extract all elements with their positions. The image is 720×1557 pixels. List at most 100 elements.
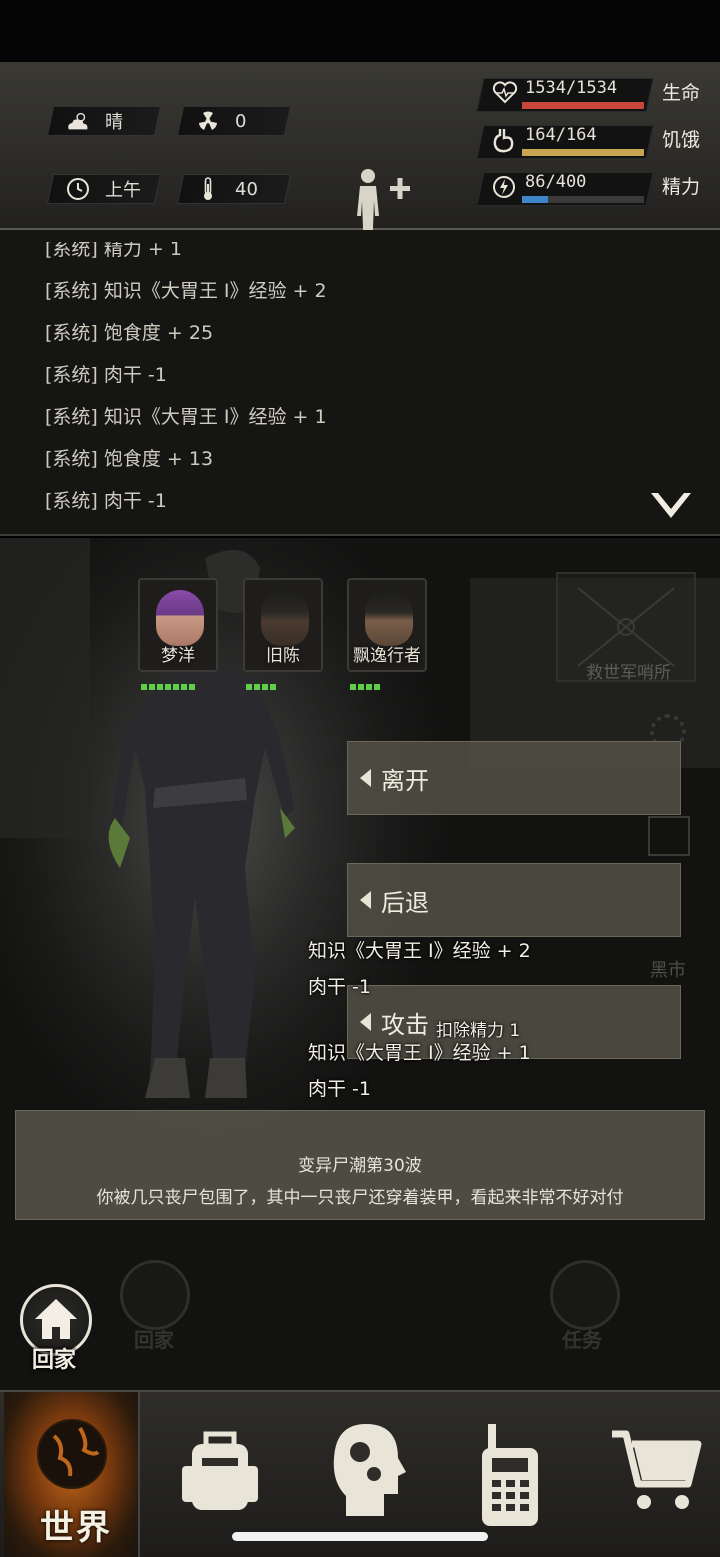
nav-world-label: 世界 [40,1508,112,1548]
health-pip [141,684,147,690]
log-collapse-button[interactable] [648,488,694,524]
head-gears-icon [333,1424,406,1516]
shopping-cart-icon [612,1430,702,1509]
event-description: 你被几只丧尸包围了，其中一只丧尸还穿着装甲，看起来非常不好对付 [96,1188,624,1208]
time-label: 上午 [105,180,141,201]
hunger-stat: 164/164 饥饿 [476,123,712,159]
quest-shortcut-label: 任务 [562,1328,602,1352]
health-pip [246,684,252,690]
log-line: [系统] 知识《大胃王 I》经验 + 2 [45,280,327,302]
hp-value: 1534/1534 [525,78,618,98]
chevron-left-icon [360,891,371,909]
party-member-name: 旧陈 [266,646,300,666]
retreat-button[interactable]: 后退 [347,863,681,937]
health-pip [374,684,380,690]
log-line: [系统] 饱食度 + 25 [45,322,214,344]
event-description-panel: 变异尸潮第30波 你被几只丧尸包围了，其中一只丧尸还穿着装甲，看起来非常不好对付 [15,1110,705,1220]
weather-label: 晴 [105,112,123,133]
system-home-indicator[interactable] [232,1532,488,1541]
log-line: [系统] 知识《大胃王 I》经验 + 1 [45,406,327,428]
hp-bar-fill [522,102,644,109]
health-pip [181,684,187,690]
attack-label: 攻击 [381,1010,429,1039]
clock-icon [65,178,91,200]
energy-bar-fill [522,196,549,203]
energy-label: 精力 [662,176,701,198]
log-line: [系统] 精力 + 1 [45,238,182,260]
quest-shortcut-faded [550,1260,620,1330]
background-building [0,538,90,838]
party-member-card[interactable]: 飘逸行者 [347,578,427,672]
party-member-health [246,684,276,690]
message-log[interactable]: [系统] 精力 + 1 [系统] 知识《大胃王 I》经验 + 2 [系统] 饱食… [0,230,720,536]
stomach-icon [492,127,518,155]
chevron-down-icon [651,493,691,518]
globe-icon [37,1419,107,1489]
health-pip [262,684,268,690]
nav-shop-tab[interactable] [600,1392,710,1557]
radiation-chip: 0 [176,106,292,136]
home-shortcut-faded [120,1260,190,1330]
outpost-label: 救世军哨所 [586,663,671,683]
hunger-bar-fill [522,149,644,156]
health-pip [149,684,155,690]
radiation-value: 0 [235,110,247,132]
temperature-chip: 40 [176,174,292,204]
floating-message: 肉干 -1 [308,976,371,998]
go-home-label: 回家 [32,1348,77,1373]
leave-button[interactable]: 离开 [347,741,681,815]
health-pip [157,684,163,690]
health-pip [189,684,195,690]
health-pip [358,684,364,690]
party-member-health [141,684,195,690]
thermometer-icon [195,177,221,200]
leave-label: 离开 [381,766,429,795]
hunger-value: 164/164 [525,125,597,145]
health-pip [254,684,260,690]
log-line: [系统] 饱食度 + 13 [45,448,214,470]
radiation-icon [195,110,221,132]
party-member-card[interactable]: 旧陈 [243,578,323,672]
avatar [156,590,204,646]
status-header: 晴 0 上午 40 1534/1534 生命 164/164 饥饿 86/400… [0,62,720,266]
hunger-label: 饥饿 [662,129,701,151]
party-member-health [350,684,380,690]
gift-icon[interactable] [648,816,690,856]
cloud-sun-icon [65,110,91,132]
battle-scene: 救世军哨所 梦洋 旧陈 飘逸行者 黑市 [0,538,720,1390]
heart-icon [492,80,518,108]
avatar [365,590,413,646]
avatar [261,590,309,646]
backpack-icon [182,1431,258,1510]
floating-message: 知识《大胃王 I》经验 + 1 [308,1042,531,1064]
black-market-label: 黑市 [650,960,686,981]
log-line: [系统] 肉干 -1 [45,364,167,386]
health-pip [270,684,276,690]
walkie-talkie-icon [482,1424,538,1526]
status-bar-area [0,0,720,62]
temperature-value: 40 [235,178,258,200]
health-pip [350,684,356,690]
home-shortcut-label: 回家 [134,1328,174,1352]
party-member-card[interactable]: 梦洋 [138,578,218,672]
energy-stat: 86/400 精力 [476,170,712,206]
hp-label: 生命 [662,82,701,104]
floating-message: 知识《大胃王 I》经验 + 2 [308,940,531,962]
hp-stat: 1534/1534 生命 [476,76,712,112]
health-pip [173,684,179,690]
event-title: 变异尸潮第30波 [298,1156,422,1176]
energy-value: 86/400 [525,172,587,192]
health-pip [165,684,171,690]
nav-world-tab[interactable]: 世界 [4,1392,140,1557]
chevron-left-icon [360,769,371,787]
party-member-name: 飘逸行者 [353,646,421,666]
floating-message: 肉干 -1 [308,1078,371,1100]
energy-icon [492,174,518,202]
retreat-label: 后退 [381,888,429,917]
weather-chip: 晴 [46,106,162,136]
health-pip [366,684,372,690]
time-chip: 上午 [46,174,162,204]
chevron-left-icon [360,1013,371,1031]
party-member-name: 梦洋 [161,646,195,666]
log-line: [系统] 肉干 -1 [45,490,167,512]
